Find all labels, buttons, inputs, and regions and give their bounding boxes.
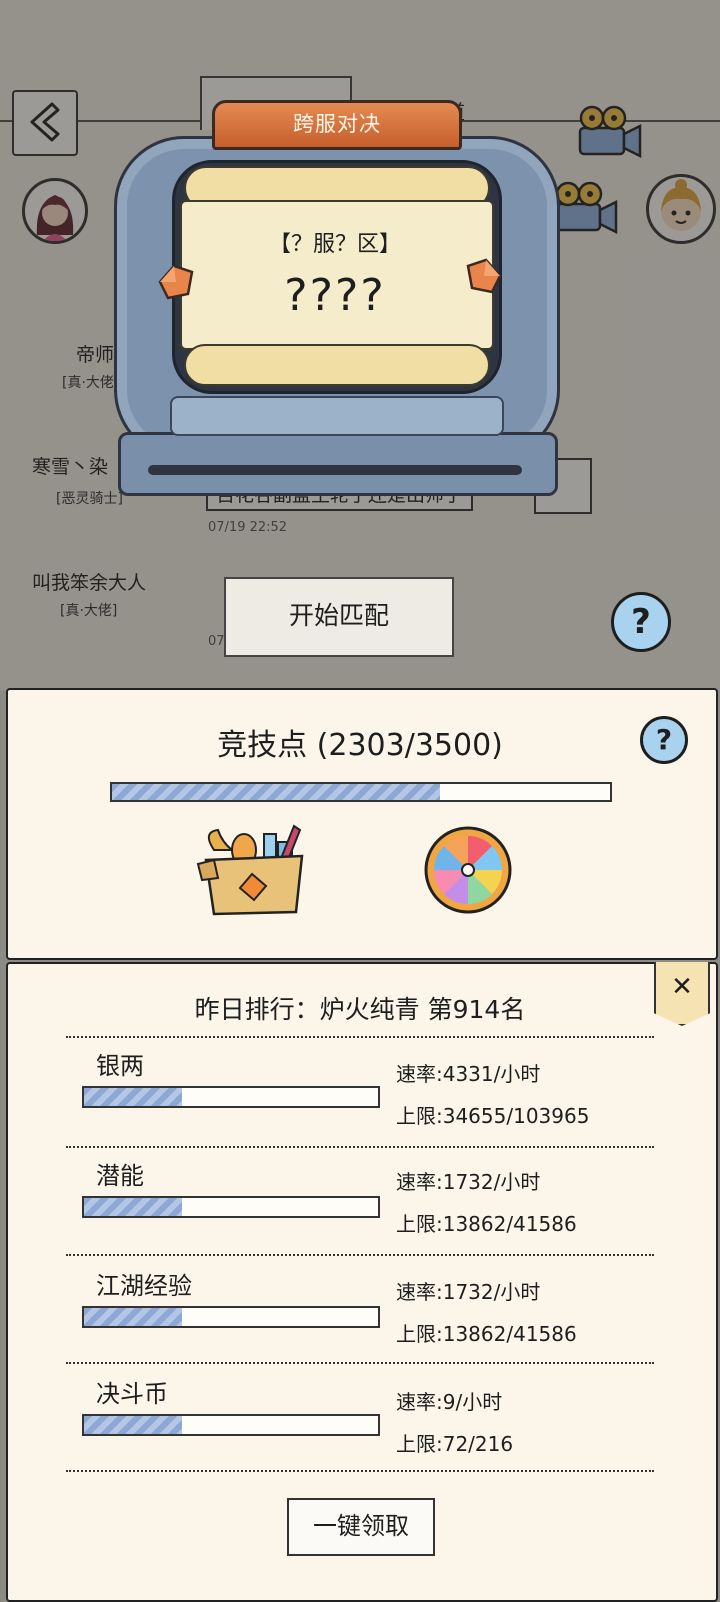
resource-bar	[82, 1196, 380, 1218]
divider	[66, 1254, 654, 1256]
help-button[interactable]: ?	[611, 592, 671, 652]
resource-rate: 速率:1732/小时	[396, 1170, 541, 1194]
cross-server-title: 跨服对决	[212, 100, 462, 150]
match-machine-panel	[170, 396, 504, 436]
match-machine-base	[118, 432, 558, 496]
resource-cap: 上限:72/216	[396, 1432, 514, 1456]
resource-bar-fill	[84, 1308, 182, 1326]
resource-cap: 上限:34655/103965	[396, 1104, 590, 1128]
resource-bar	[82, 1086, 380, 1108]
arena-points-bar	[110, 782, 612, 802]
opponent-server: 【？服？区】	[268, 232, 401, 257]
screen-roller-bottom	[184, 344, 490, 386]
lucky-wheel-icon[interactable]	[422, 824, 514, 916]
resource-rate: 速率:9/小时	[396, 1390, 503, 1414]
question-mark-icon: ?	[655, 723, 673, 756]
resource-bar-fill	[84, 1088, 182, 1106]
divider	[66, 1036, 654, 1038]
divider	[66, 1470, 654, 1472]
resource-name: 潜能	[96, 1162, 144, 1190]
start-match-button[interactable]: 开始匹配	[224, 577, 454, 657]
resource-rate: 速率:4331/小时	[396, 1062, 541, 1086]
resource-bar	[82, 1414, 380, 1436]
resource-cap: 上限:13862/41586	[396, 1322, 577, 1346]
gift-box-icon[interactable]	[192, 820, 316, 920]
resource-rate: 速率:1732/小时	[396, 1280, 541, 1304]
resource-name: 江湖经验	[96, 1272, 192, 1300]
resource-cap: 上限:13862/41586	[396, 1212, 577, 1236]
arena-points-label: 竞技点 (2303/3500)	[0, 720, 720, 764]
divider	[66, 1146, 654, 1148]
divider	[66, 1362, 654, 1364]
yesterday-rank: 昨日排行：炉火纯青 第914名	[194, 995, 526, 1024]
claim-all-button[interactable]: 一键领取	[287, 1498, 435, 1556]
resource-bar-fill	[84, 1198, 182, 1216]
resource-name: 决斗币	[96, 1380, 168, 1408]
resource-bar-fill	[84, 1416, 182, 1434]
points-value: (2303/3500)	[316, 728, 503, 763]
arena-help-button[interactable]: ?	[640, 716, 688, 764]
resource-bar	[82, 1306, 380, 1328]
resource-name: 银两	[96, 1052, 144, 1080]
opponent-name: ????	[284, 270, 386, 321]
gem-pointer-right-icon	[466, 258, 502, 294]
points-label: 竞技点	[217, 728, 308, 763]
question-mark-icon: ?	[631, 602, 651, 642]
gem-pointer-left-icon	[158, 264, 194, 300]
match-machine-slot	[148, 465, 522, 475]
arena-points-bar-fill	[112, 784, 440, 800]
